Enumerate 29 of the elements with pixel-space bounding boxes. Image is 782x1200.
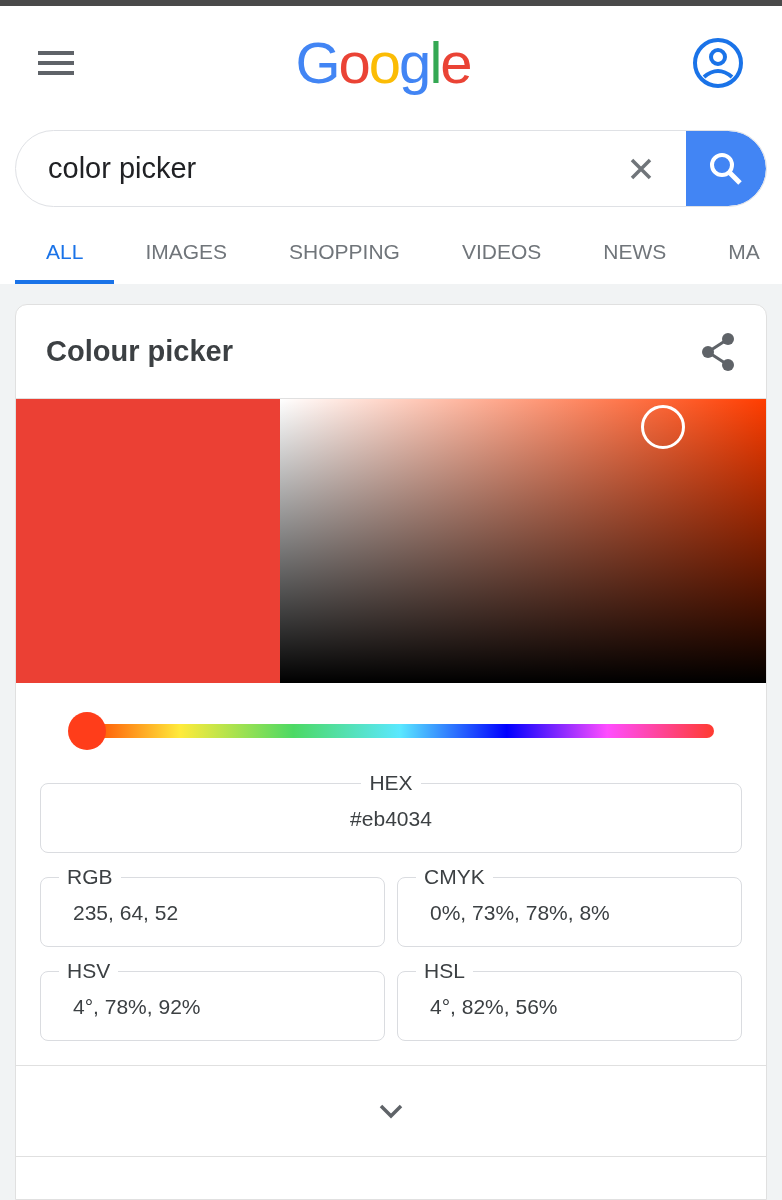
field-value: #eb4034 [349,806,433,832]
search-icon [708,150,744,187]
search-tab[interactable]: SHOPPING [258,223,431,284]
hue-slider[interactable] [68,713,714,749]
search-query: color picker [47,150,198,186]
search-tab[interactable]: IMAGES [114,223,259,284]
field-label: CMYK [423,865,486,889]
account-icon[interactable] [692,37,744,89]
field-label: HSV [66,959,112,983]
close-icon[interactable] [630,157,652,180]
search-button[interactable] [686,131,766,206]
field-value: 235, 64, 52 [72,900,180,926]
field-label: HEX [368,771,414,795]
field-value: 4°, 82%, 56% [429,994,559,1020]
field-value: 0%, 73%, 78%, 8% [429,900,611,926]
picker-handle[interactable] [641,405,685,449]
field-label: RGB [66,865,114,889]
search-tab[interactable]: NEWS [572,223,698,284]
field-value: 4°, 78%, 92% [72,994,202,1020]
menu-icon[interactable] [38,51,74,75]
field-label: HSL [423,959,466,983]
search-tab[interactable]: VIDEOS [430,223,573,284]
share-icon[interactable] [700,331,736,372]
search-tab[interactable]: MA [697,223,782,284]
card-title: Colour picker [46,333,233,369]
hue-thumb[interactable] [68,712,106,750]
expand-chevron-icon[interactable] [379,1103,403,1119]
search-tab[interactable]: ALL [15,223,115,284]
saturation-picker[interactable] [280,399,766,683]
